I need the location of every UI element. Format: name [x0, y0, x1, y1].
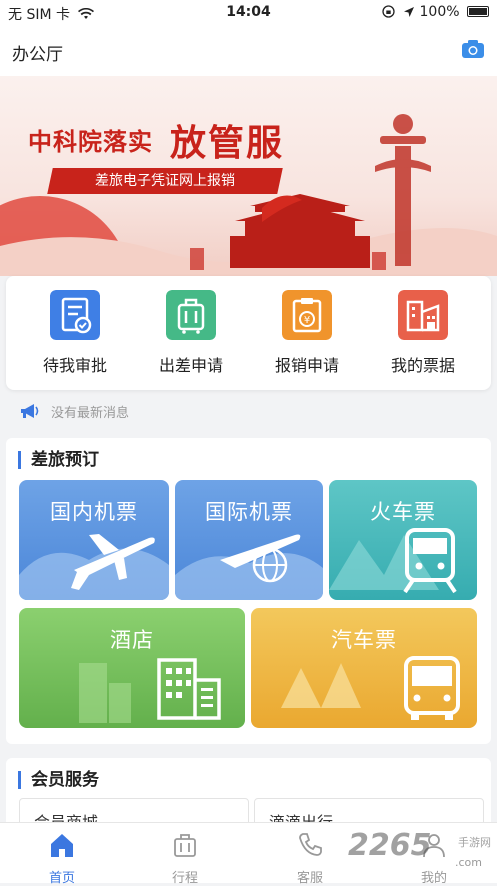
banner-ribbon: 差旅电子凭证网上报销 — [47, 168, 283, 194]
approval-icon — [50, 290, 100, 340]
tile-hotel[interactable]: 酒店 — [19, 608, 245, 728]
notice-text: 没有最新消息 — [51, 406, 130, 421]
tab-home[interactable]: 首页 — [17, 831, 107, 886]
watermark-domain: .com — [455, 856, 482, 869]
tile-bus[interactable]: 汽车票 — [251, 608, 477, 728]
quick-action-reimburse[interactable]: ¥ 报销申请 — [252, 290, 362, 376]
tab-itinerary[interactable]: 行程 — [140, 831, 230, 886]
quick-action-receipts[interactable]: 我的票据 — [368, 290, 478, 376]
orientation-lock-icon — [381, 5, 395, 18]
quick-actions-card: 待我审批 出差申请 ¥ 报销申请 我的票据 — [6, 276, 491, 390]
quick-action-label: 报销申请 — [274, 356, 339, 375]
banner-headline-emphasis: 放管服 — [170, 123, 285, 164]
svg-text:¥: ¥ — [304, 315, 310, 326]
tile-label: 火车票 — [370, 500, 436, 524]
status-bar: 无 SIM 卡 14:04 100% — [0, 0, 497, 26]
tile-label: 酒店 — [110, 628, 154, 652]
quick-action-trip-request[interactable]: 出差申请 — [136, 290, 246, 376]
reimburse-icon: ¥ — [282, 290, 332, 340]
section-title: 会员服务 — [18, 771, 99, 789]
site-watermark: 2265 手游网 — [348, 828, 491, 863]
quick-action-label: 待我审批 — [42, 356, 107, 375]
page-title: 办公厅 — [12, 45, 63, 65]
luggage-icon — [166, 290, 216, 340]
travel-booking-section: 差旅预订 国内机票 国际机票 火车票 酒店 汽车票 — [6, 438, 491, 744]
section-title: 差旅预订 — [18, 451, 99, 469]
tab-label: 行程 — [171, 871, 198, 886]
tiananmen-illustration — [230, 194, 370, 268]
quick-action-label: 出差申请 — [158, 356, 223, 375]
battery-percent: 100% — [419, 4, 460, 20]
receipt-building-icon — [398, 290, 448, 340]
nav-bar: 办公厅 — [0, 26, 497, 76]
quick-action-approval[interactable]: 待我审批 — [20, 290, 130, 376]
camera-icon[interactable] — [461, 39, 485, 59]
tile-label: 国际机票 — [205, 500, 293, 524]
banner-headline: 中科院落实 — [28, 128, 153, 156]
tab-label: 我的 — [420, 871, 447, 886]
status-right: 100% — [381, 4, 489, 20]
tile-train[interactable]: 火车票 — [329, 480, 477, 600]
tile-label: 国内机票 — [50, 500, 138, 524]
tile-label: 汽车票 — [331, 628, 397, 652]
battery-icon — [467, 6, 489, 17]
promo-banner[interactable]: 中科院落实 放管服 差旅电子凭证网上报销 — [0, 76, 497, 276]
suitcase-icon — [174, 834, 196, 857]
tab-customer-service[interactable]: 客服 — [265, 831, 355, 886]
tab-label: 首页 — [48, 871, 75, 886]
location-icon — [404, 7, 415, 17]
notice-bar[interactable]: 没有最新消息 — [0, 396, 497, 426]
megaphone-icon — [21, 404, 39, 418]
phone-icon — [299, 833, 322, 856]
home-icon — [51, 834, 73, 857]
tab-label: 客服 — [296, 871, 323, 886]
tile-domestic-flight[interactable]: 国内机票 — [19, 480, 169, 600]
quick-action-label: 我的票据 — [390, 356, 455, 375]
tile-international-flight[interactable]: 国际机票 — [175, 480, 323, 600]
